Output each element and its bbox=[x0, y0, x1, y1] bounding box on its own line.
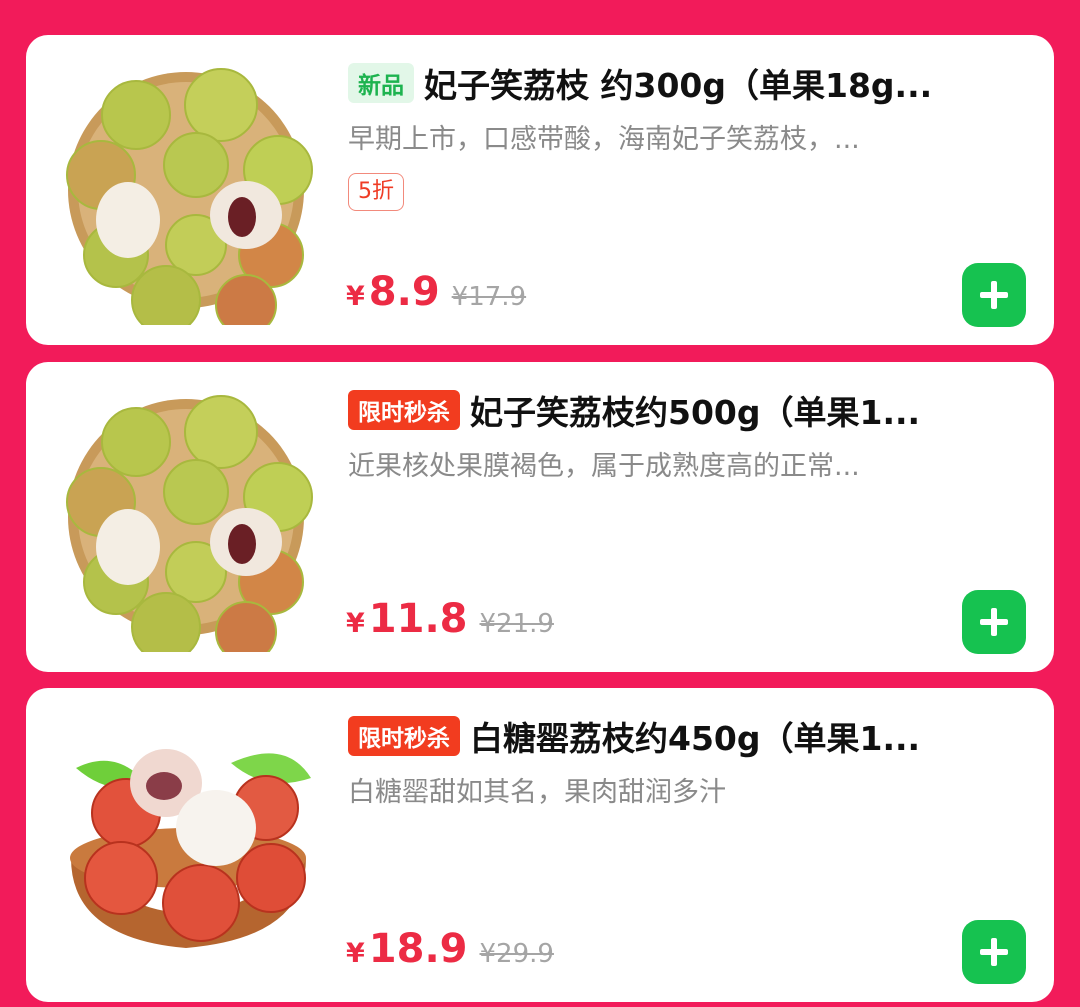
product-card[interactable]: 新品 妃子笑荔枝 约300g（单果18g... 早期上市，口感带酸，海南妃子笑荔… bbox=[26, 35, 1054, 345]
original-price: ¥21.9 bbox=[479, 609, 554, 639]
flash-sale-tag: 限时秒杀 bbox=[348, 716, 460, 756]
currency-symbol: ¥ bbox=[346, 281, 365, 312]
original-price: ¥17.9 bbox=[451, 282, 527, 312]
flash-sale-tag: 限时秒杀 bbox=[348, 390, 460, 430]
product-title[interactable]: 白糖罂荔枝约450g（单果1... bbox=[470, 712, 920, 760]
plus-icon bbox=[980, 938, 1008, 966]
new-tag: 新品 bbox=[348, 63, 414, 103]
product-image[interactable] bbox=[56, 55, 316, 325]
add-to-cart-button[interactable] bbox=[962, 920, 1026, 984]
product-list: 新品 妃子笑荔枝 约300g（单果18g... 早期上市，口感带酸，海南妃子笑荔… bbox=[0, 0, 1080, 1007]
product-card[interactable]: 限时秒杀 妃子笑荔枝约500g（单果1... 近果核处果膜褐色，属于成熟度高的正… bbox=[26, 362, 1054, 672]
discount-badge: 5折 bbox=[348, 173, 404, 211]
price: 8.9 bbox=[368, 269, 440, 315]
product-title[interactable]: 妃子笑荔枝 约300g（单果18g... bbox=[424, 59, 932, 107]
product-image[interactable] bbox=[56, 708, 316, 978]
currency-symbol: ¥ bbox=[346, 608, 365, 639]
currency-symbol: ¥ bbox=[346, 938, 365, 969]
original-price: ¥29.9 bbox=[479, 939, 554, 969]
price: 11.8 bbox=[368, 596, 468, 642]
price-row: ¥ 18.9 ¥29.9 bbox=[346, 926, 554, 972]
product-card[interactable]: 限时秒杀 白糖罂荔枝约450g（单果1... 白糖罂甜如其名，果肉甜润多汁 ¥ … bbox=[26, 688, 1054, 1002]
product-image[interactable] bbox=[56, 382, 316, 652]
add-to-cart-button[interactable] bbox=[962, 263, 1026, 327]
price-row: ¥ 11.8 ¥21.9 bbox=[346, 596, 554, 642]
product-title[interactable]: 妃子笑荔枝约500g（单果1... bbox=[470, 386, 920, 434]
plus-icon bbox=[980, 608, 1008, 636]
product-description: 白糖罂甜如其名，果肉甜润多汁 bbox=[348, 777, 726, 808]
price-row: ¥ 8.9 ¥17.9 bbox=[346, 269, 526, 315]
price: 18.9 bbox=[368, 926, 468, 972]
add-to-cart-button[interactable] bbox=[962, 590, 1026, 654]
product-description: 早期上市，口感带酸，海南妃子笑荔枝，... bbox=[348, 124, 860, 155]
product-description: 近果核处果膜褐色，属于成熟度高的正常... bbox=[348, 451, 860, 482]
plus-icon bbox=[980, 281, 1008, 309]
